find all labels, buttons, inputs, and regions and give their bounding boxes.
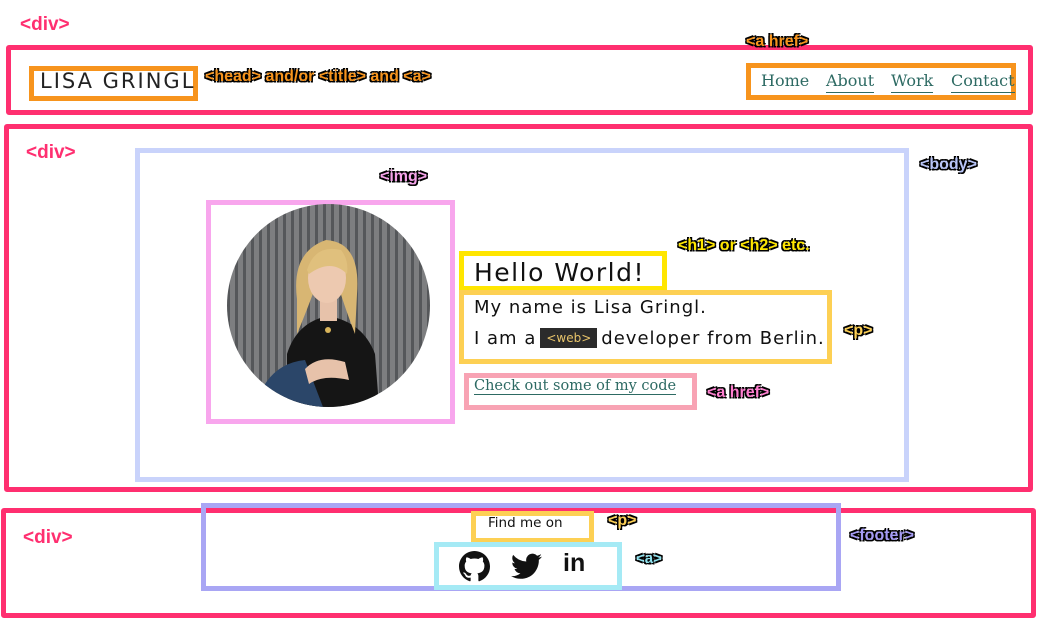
web-code-chip: <web> bbox=[540, 328, 598, 348]
div-label-footer: <div> bbox=[23, 527, 73, 548]
profile-photo-image bbox=[227, 204, 430, 407]
div-label-main: <div> bbox=[26, 142, 76, 163]
profile-photo bbox=[227, 204, 430, 407]
footer-label: <footer> bbox=[850, 527, 915, 544]
linkedin-icon[interactable]: in bbox=[563, 549, 585, 578]
head-title-label: <head> and/or <title> and <a> bbox=[205, 68, 431, 85]
code-link[interactable]: Check out some of my code bbox=[474, 378, 677, 395]
find-me-text: Find me on bbox=[488, 515, 563, 531]
intro-line-2-after: developer from Berlin. bbox=[601, 328, 825, 349]
intro-line-2-before: I am a bbox=[474, 328, 537, 349]
nav-link-work[interactable]: Work bbox=[891, 71, 934, 93]
social-link-label: <a> bbox=[636, 550, 662, 567]
nav-link-about[interactable]: About bbox=[826, 71, 875, 93]
nav-link-home[interactable]: Home bbox=[761, 71, 809, 90]
paragraph-label: <p> bbox=[844, 322, 873, 339]
img-label: <img> bbox=[380, 168, 428, 185]
nav-link-contact[interactable]: Contact bbox=[951, 71, 1015, 93]
code-link-label: <a href> bbox=[707, 384, 770, 401]
heading-label: <h1> or <h2> etc. bbox=[678, 237, 810, 254]
hero-heading: Hello World! bbox=[474, 258, 645, 287]
intro-line-1: My name is Lisa Gringl. bbox=[474, 297, 707, 318]
body-label: <body> bbox=[920, 156, 977, 173]
footer-paragraph-label: <p> bbox=[608, 512, 637, 529]
div-label-header: <div> bbox=[20, 14, 70, 35]
github-icon[interactable] bbox=[459, 551, 490, 582]
site-logo[interactable]: LISA GRINGL bbox=[40, 69, 195, 93]
twitter-icon[interactable] bbox=[511, 553, 542, 580]
intro-line-2: I am a <web> developer from Berlin. bbox=[474, 328, 825, 349]
nav-a-href-label: <a href> bbox=[746, 33, 809, 50]
